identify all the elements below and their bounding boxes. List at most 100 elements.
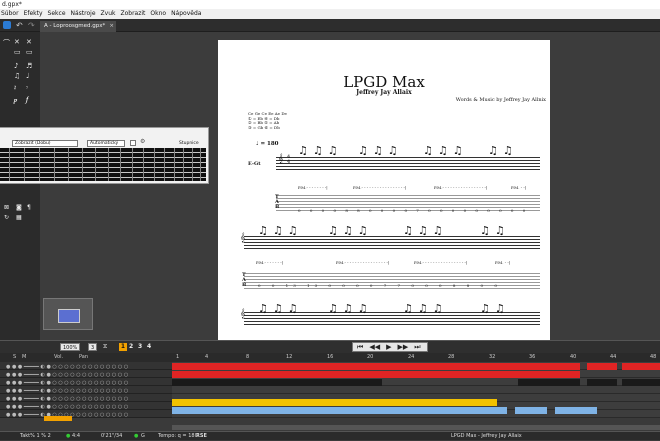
track-block-blue[interactable] [172,407,507,414]
score-page[interactable]: LPGD Max Jeffrey Jay Allaix Words & Musi… [218,40,550,340]
tool-icon[interactable]: ⊠ [4,204,9,211]
track-block-red[interactable] [587,363,617,370]
track-block-yellow[interactable] [172,399,497,406]
play-icon[interactable]: ▶ [386,343,391,351]
notes-measure-9: ♫♫♫ [258,302,303,315]
master-volume-slider[interactable] [44,416,72,421]
track-header: S M Vol. Pan 1 4 8 12 16 20 24 28 32 36 … [0,353,660,362]
notes-measure-7: ♫♫♫ [403,224,448,237]
bar-number: 4 [205,354,209,360]
menu-section[interactable]: Sekce [48,9,66,19]
clef-icon: 𝄞 [278,154,284,164]
song-credits: Words & Music by Jeffrey Jay Allnix [455,97,546,103]
beat-1[interactable]: 1 [119,343,127,351]
track-block-black[interactable] [622,379,660,386]
tool-icon[interactable]: ✕ [26,38,32,46]
tempo-marking: ♩ = 180 [256,141,279,147]
edition-palette: ⌒ ✕ ✕ ▭ ▭ ♪ ♬ ♫ ♩ 𝄽 𝄾 𝆏 𝆑 ⊠ ◙ ¶ ↻ ▦ [0,32,40,340]
palm-mute-mark: P.M.- - - - - - - - - - - - - - - - -| [434,185,488,190]
transport-bar [0,340,660,353]
menu-help[interactable]: Nápověda [171,9,201,19]
pan-header: Pan [79,354,89,360]
bar-number: 24 [408,354,415,360]
undo-icon[interactable]: ↶ [16,21,23,30]
beat-3[interactable]: 3 [138,343,142,350]
go-end-icon[interactable]: ⏭ [414,343,420,351]
time-signature: 44 [287,154,291,165]
settings-icon[interactable]: ⚙ [140,138,145,145]
tab-clef: TAB [242,272,247,288]
bar-number: 32 [489,354,496,360]
tab-score[interactable]: A - Loproosgmed.gpx* × [40,21,116,32]
bar-number: 44 [610,354,617,360]
beat-2[interactable]: 2 [129,343,133,350]
track-block-blue[interactable] [555,407,597,414]
tool-icon[interactable]: ↻ [4,214,9,221]
menu-view[interactable]: Zobrazit [120,9,145,19]
tool-icon[interactable]: ⌒ [3,38,10,48]
scale-label[interactable]: Stupnice [179,141,199,146]
horizontal-scrollbar[interactable] [172,425,660,430]
note-icon[interactable]: ♫ [14,72,20,80]
song-artist: Jeffrey Jay Allaix [356,89,412,96]
palm-mute-mark: P.M.- - - - - - - - - - - - - - - - -| [414,260,468,265]
note-eighth-icon[interactable]: ♪ [14,62,18,70]
track-block-black[interactable] [172,379,382,386]
zoom-select[interactable]: 100% [60,343,81,351]
notes-measure-8: ♫♫ [480,224,510,237]
tool-icon[interactable]: ✕ [14,38,20,46]
track-timeline[interactable] [172,386,660,394]
track-block-blue[interactable] [515,407,547,414]
rest-icon[interactable]: 𝄽 [14,84,16,93]
tuning-legend: Ce Ge Ce Ee Ae De ① = Eb ④ = Db ② = Bb ⑤… [248,111,287,130]
track-block-red[interactable] [622,363,660,370]
metronome-icon[interactable]: ⧖ [103,343,107,351]
bar-number: 20 [367,354,374,360]
checkbox[interactable] [130,140,136,146]
note-icon[interactable]: ♩ [26,72,29,80]
notes-measure-1: ♫♫♫ [298,144,343,157]
track-block-black[interactable] [518,379,580,386]
page-thumbnail[interactable] [43,298,93,330]
mode-select[interactable]: Automatický [87,140,125,147]
track-block-red[interactable] [172,371,580,378]
menu-effects[interactable]: Efekty [24,9,43,19]
tab-numbers: 0 0 13 13 0 0 0 0 7 7 0 0 0 8 8 0 0 [258,283,502,288]
bar-number: 8 [246,354,250,360]
rewind-icon[interactable]: ◀◀ [369,343,380,351]
info-icon[interactable] [3,21,11,29]
volume-header: Vol. [54,354,64,360]
fretboard-panel[interactable]: Zobrazit (Dobu) Automatický ⚙ Stupnice [0,127,209,184]
go-start-icon[interactable]: ⏮ [357,343,363,351]
bar-number: 16 [327,354,334,360]
palm-mute-mark: P.M. - -| [511,185,527,190]
redo-icon[interactable]: ↷ [28,21,35,30]
tool-icon[interactable]: ▦ [16,214,22,221]
notes-measure-4: ♫♫ [488,144,518,157]
notes-measure-6: ♫♫♫ [328,224,373,237]
menu-window[interactable]: Okno [150,9,166,19]
tool-icon[interactable]: ▭ [26,48,33,56]
view-select[interactable]: Zobrazit (Dobu) [12,140,78,147]
page-number[interactable]: 3 [88,343,98,351]
palm-mute-mark: P.M.- - - - - - - - - - - - - - - - -| [353,185,407,190]
dynamics-icon[interactable]: 𝆑 [26,96,28,105]
tool-icon[interactable]: ¶ [27,204,31,211]
tab-numbers: 0 0 0 0 8 8 0 0 0 0 7 0 0 0 0 0 0 0 0 0 [298,208,530,213]
track-block-red[interactable] [172,363,580,370]
fast-forward-icon[interactable]: ▶▶ [397,343,408,351]
tuning-line: ③ = Gb ⑥ = Db [248,124,280,130]
notes-measure-11: ♫♫♫ [403,302,448,315]
menu-file[interactable]: Súbor [1,9,19,19]
note-sixteenth-icon[interactable]: ♬ [26,62,32,70]
beat-4[interactable]: 4 [147,343,151,350]
track-block-black[interactable] [587,379,617,386]
mute-header: M [22,354,27,360]
tool-icon[interactable]: ▭ [14,48,21,56]
menu-sound[interactable]: Zvuk [101,9,116,19]
menu-tools[interactable]: Nástroje [71,9,96,19]
dynamics-icon[interactable]: 𝆏 [14,96,18,105]
tool-icon[interactable]: ◙ [16,204,22,211]
close-icon[interactable]: × [109,21,114,32]
rest-icon[interactable]: 𝄾 [26,84,28,93]
